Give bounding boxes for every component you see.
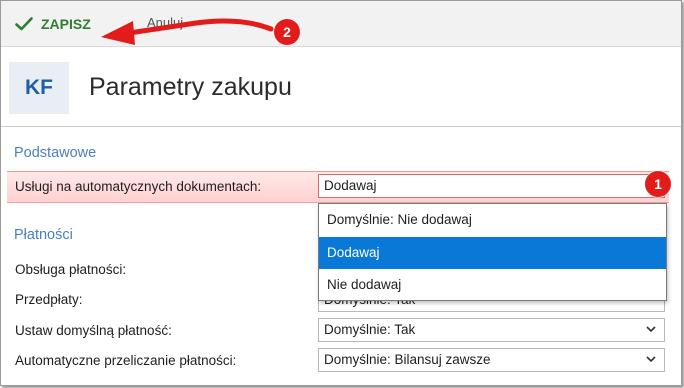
services-select-value: Dodawaj <box>324 178 377 193</box>
chevron-down-icon <box>646 356 656 363</box>
auto-recalc-select[interactable]: Domyślnie: Bilansuj zawsze <box>318 348 665 372</box>
chevron-down-icon <box>646 326 656 333</box>
dropdown-option-add[interactable]: Dodawaj <box>319 237 666 269</box>
page-header: KF Parametry zakupu <box>1 47 681 127</box>
annotation-badge-1: 1 <box>645 171 671 197</box>
section-title-basic: Podstawowe <box>14 145 97 161</box>
cancel-button[interactable]: Anuluj <box>147 15 183 30</box>
default-payment-value: Domyślnie: Tak <box>324 322 416 337</box>
save-button[interactable]: ZAPISZ <box>15 13 91 35</box>
default-payment-select[interactable]: Domyślnie: Tak <box>318 318 665 342</box>
dropdown-option-default-no-add[interactable]: Domyślnie: Nie dodawaj <box>319 204 666 236</box>
services-dropdown-list: Domyślnie: Nie dodawaj Dodawaj Nie dodaw… <box>318 203 667 301</box>
field-label-prepayments: Przedpłaty: <box>15 292 83 307</box>
field-label-services: Usługi na automatycznych dokumentach: <box>15 179 262 194</box>
field-label-default-payment: Ustaw domyślną płatność: <box>15 323 172 338</box>
page-title: Parametry zakupu <box>89 73 292 101</box>
save-label: ZAPISZ <box>41 16 91 32</box>
dropdown-option-no-add[interactable]: Nie dodawaj <box>319 269 666 301</box>
field-label-payment-handling: Obsługa płatności: <box>15 262 127 277</box>
auto-recalc-value: Domyślnie: Bilansuj zawsze <box>324 352 491 367</box>
checkmark-icon <box>15 17 33 31</box>
section-title-payments: Płatności <box>14 227 73 243</box>
services-select[interactable]: Dodawaj <box>318 174 665 198</box>
field-label-auto-recalc: Automatyczne przeliczanie płatności: <box>15 353 237 368</box>
app-window: ZAPISZ Anuluj KF Parametry zakupu Podsta… <box>0 0 682 386</box>
toolbar: ZAPISZ Anuluj <box>1 1 681 47</box>
annotation-badge-2: 2 <box>274 19 300 45</box>
avatar: KF <box>9 62 69 114</box>
